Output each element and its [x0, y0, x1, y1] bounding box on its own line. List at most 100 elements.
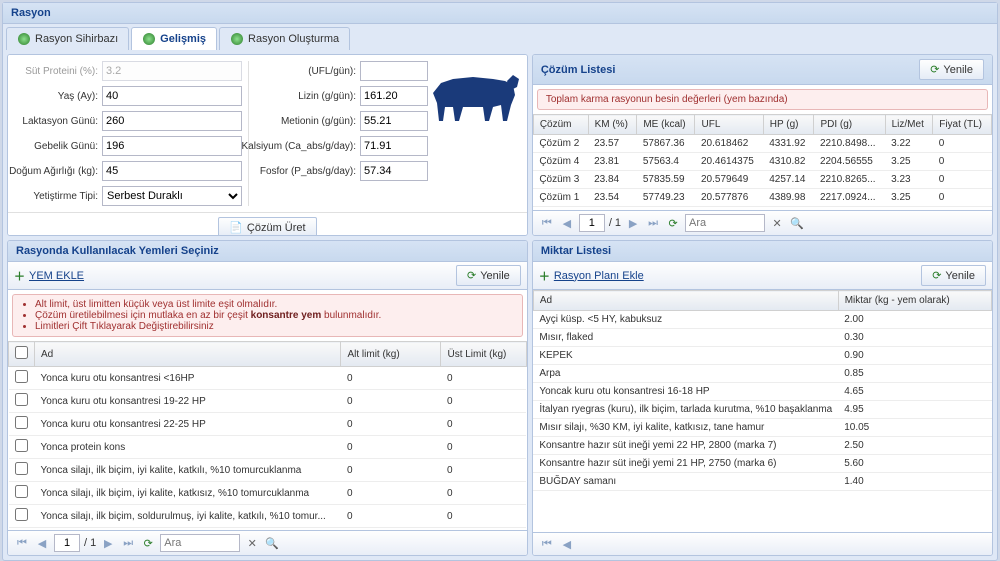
last-page-button[interactable]: ⏭: [120, 535, 136, 551]
ufl-input[interactable]: [360, 61, 428, 81]
table-row[interactable]: Yonca kuru otu konsantresi 19-22 HP00: [9, 390, 527, 413]
col-header[interactable]: UFL: [695, 115, 763, 135]
table-row[interactable]: KEPEK0.90: [533, 347, 991, 365]
rasyon-plani-button[interactable]: Rasyon Planı Ekle: [554, 270, 644, 282]
cell: Çözüm 2: [533, 135, 588, 153]
tab-gelismis[interactable]: Gelişmiş: [131, 27, 217, 50]
yenile-button[interactable]: ⟳Yenile: [919, 59, 984, 80]
prev-page-button[interactable]: ◀: [559, 215, 575, 231]
page-input[interactable]: [579, 214, 605, 232]
cell: Yoncak kuru otu konsantresi 16-18 HP: [533, 383, 838, 401]
table-row[interactable]: Yoncak kuru otu konsantresi 16-18 HP4.65: [533, 383, 991, 401]
row-checkbox[interactable]: [15, 393, 28, 406]
table-row[interactable]: Çözüm 223.5757867.3620.6184624331.922210…: [533, 135, 991, 153]
fosfor-input[interactable]: [360, 161, 428, 181]
table-row[interactable]: Çözüm 323.8457835.5920.5796494257.142210…: [533, 171, 991, 189]
reload-icon[interactable]: ⟳: [665, 215, 681, 231]
table-row[interactable]: Yonca silajı, ilk biçim, iyi kalite, kat…: [9, 482, 527, 505]
lizin-input[interactable]: [360, 86, 428, 106]
page-input[interactable]: [54, 534, 80, 552]
table-row[interactable]: Konsantre hazır süt ineği yemi 21 HP, 27…: [533, 455, 991, 473]
table-row[interactable]: Çözüm 123.5457749.2320.5778764389.982217…: [533, 189, 991, 207]
row-checkbox[interactable]: [15, 462, 28, 475]
table-row[interactable]: Ayçi küsp. <5 HY, kabuksuz2.00: [533, 311, 991, 329]
tab-olusturma[interactable]: Rasyon Oluşturma: [219, 27, 350, 50]
cell: İtalyan ryegras (kuru), ilk biçim, tarla…: [533, 401, 838, 419]
search-icon[interactable]: 🔍: [789, 215, 805, 231]
cow-icon: [423, 61, 523, 131]
col-header[interactable]: PDI (g): [814, 115, 885, 135]
search-icon[interactable]: 🔍: [264, 535, 280, 551]
cell: Yonca silajı, ilk biçim, iyi kalite, kat…: [35, 459, 341, 482]
gebelik-input[interactable]: [102, 136, 242, 156]
first-page-button[interactable]: ⏮: [539, 536, 555, 552]
select-all-checkbox[interactable]: [15, 346, 28, 359]
col-altlimit[interactable]: Alt limit (kg): [341, 342, 441, 367]
col-header[interactable]: Liz/Met: [885, 115, 933, 135]
yas-label: Yaş (Ay):: [58, 91, 98, 102]
yenile-button[interactable]: ⟳Yenile: [456, 265, 521, 286]
first-page-button[interactable]: ⏮: [539, 215, 555, 231]
warn-line: Alt limit, üst limitten küçük veya üst l…: [35, 299, 514, 310]
laktasyon-input[interactable]: [102, 111, 242, 131]
next-page-button[interactable]: ▶: [100, 535, 116, 551]
table-row[interactable]: Konsantre hazır süt ineği yemi 22 HP, 28…: [533, 437, 991, 455]
col-ad[interactable]: Ad: [35, 342, 341, 367]
row-checkbox[interactable]: [15, 508, 28, 521]
yas-input[interactable]: [102, 86, 242, 106]
col-ustlimit[interactable]: Üst Limit (kg): [441, 342, 526, 367]
col-header[interactable]: HP (g): [763, 115, 814, 135]
col-miktar[interactable]: Miktar (kg - yem olarak): [838, 291, 991, 311]
prev-page-button[interactable]: ◀: [559, 536, 575, 552]
cell: 20.618462: [695, 135, 763, 153]
buzagi-input[interactable]: [102, 161, 242, 181]
table-row[interactable]: Yonca kuru otu konsantresi <16HP00: [9, 367, 527, 390]
row-checkbox[interactable]: [15, 416, 28, 429]
clear-icon[interactable]: ✕: [769, 215, 785, 231]
last-page-button[interactable]: ⏭: [645, 215, 661, 231]
table-row[interactable]: Yonca silajı, ilk biçim, soldurulmuş, iy…: [9, 505, 527, 528]
main-title: Rasyon: [3, 3, 997, 24]
prev-page-button[interactable]: ◀: [34, 535, 50, 551]
table-row[interactable]: Yonca kuru otu konsantresi 22-25 HP00: [9, 413, 527, 436]
cell: 20.577876: [695, 189, 763, 207]
cell: BUĞDAY samanı: [533, 473, 838, 491]
protein-input[interactable]: [102, 61, 242, 81]
yenile-button[interactable]: ⟳Yenile: [921, 265, 986, 286]
table-row[interactable]: BUĞDAY samanı1.40: [533, 473, 991, 491]
clear-icon[interactable]: ✕: [244, 535, 260, 551]
row-checkbox[interactable]: [15, 485, 28, 498]
ufl-label: (UFL/gün):: [308, 66, 356, 77]
yetistirme-select[interactable]: Serbest Duraklı: [102, 186, 242, 206]
tab-sihirbaz[interactable]: Rasyon Sihirbazı: [6, 27, 129, 50]
yenile-label: Yenile: [945, 270, 975, 282]
col-header[interactable]: KM (%): [588, 115, 637, 135]
metionin-input[interactable]: [360, 111, 428, 131]
first-page-button[interactable]: ⏮: [14, 535, 30, 551]
col-header[interactable]: Fiyat (TL): [933, 115, 992, 135]
cell: 0: [341, 413, 441, 436]
yem-ekle-button[interactable]: YEM EKLE: [29, 270, 84, 282]
next-page-button[interactable]: ▶: [625, 215, 641, 231]
cell: 5.60: [838, 455, 991, 473]
col-ad[interactable]: Ad: [533, 291, 838, 311]
table-row[interactable]: Yonca protein kons00: [9, 436, 527, 459]
table-row[interactable]: İtalyan ryegras (kuru), ilk biçim, tarla…: [533, 401, 991, 419]
row-checkbox[interactable]: [15, 370, 28, 383]
reload-icon[interactable]: ⟳: [140, 535, 156, 551]
table-row[interactable]: Mısır, flaked0.30: [533, 329, 991, 347]
row-checkbox[interactable]: [15, 439, 28, 452]
table-row[interactable]: Yonca silajı, ilk biçim, iyi kalite, kat…: [9, 459, 527, 482]
col-header[interactable]: ME (kcal): [637, 115, 695, 135]
table-row[interactable]: Çözüm 423.8157563.420.46143754310.822204…: [533, 153, 991, 171]
search-input[interactable]: [160, 534, 240, 552]
col-header[interactable]: Çözüm: [533, 115, 588, 135]
kalsiyum-input[interactable]: [360, 136, 428, 156]
cell: 57749.23: [637, 189, 695, 207]
table-row[interactable]: Mısır silajı, %30 KM, iyi kalite, katkıs…: [533, 419, 991, 437]
cell: Çözüm 4: [533, 153, 588, 171]
cozum-uret-button[interactable]: 📄Çözüm Üret: [218, 217, 316, 236]
cell: 0: [441, 390, 526, 413]
search-input[interactable]: [685, 214, 765, 232]
table-row[interactable]: Arpa0.85: [533, 365, 991, 383]
